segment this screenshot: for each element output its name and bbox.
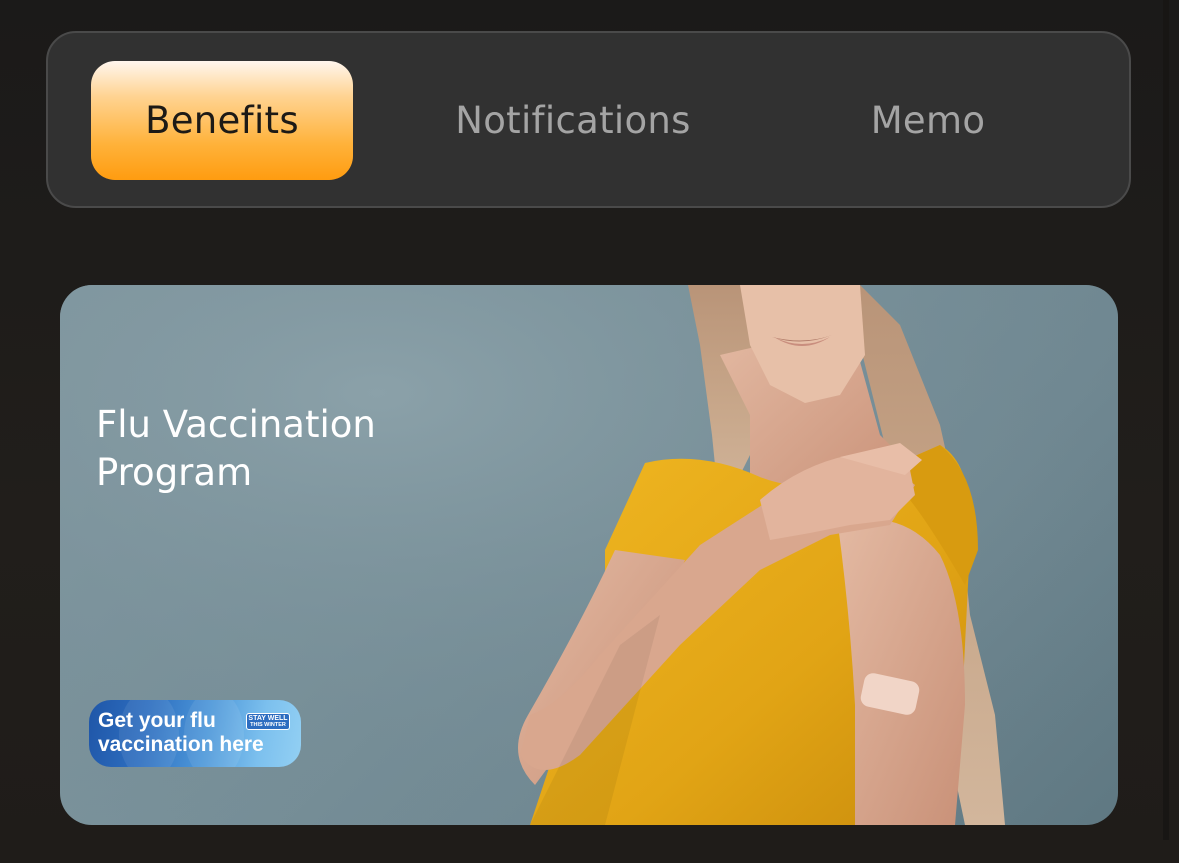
app-screen: Benefits Notifications Memo Flu Vaccinat… (0, 0, 1179, 863)
scrollbar[interactable] (1163, 0, 1169, 840)
badge-text-line-1: Get your flu (98, 709, 216, 732)
tab-benefits-label: Benefits (145, 99, 299, 142)
tab-notifications-label: Notifications (455, 99, 691, 142)
tab-notifications[interactable]: Notifications (403, 61, 743, 180)
tab-memo-label: Memo (870, 99, 986, 142)
badge-text: Get your flu vaccination here (98, 709, 264, 757)
segmented-tab-bar: Benefits Notifications Memo (46, 31, 1131, 208)
tab-memo[interactable]: Memo (793, 61, 1063, 180)
promo-title-line-2: Program (96, 451, 253, 494)
flu-vaccination-promo-card[interactable]: Flu Vaccination Program Get your flu vac… (60, 285, 1118, 825)
stay-well-logo-line-1: STAY WELL (248, 715, 288, 722)
stay-well-logo-line-2: THIS WINTER (250, 722, 286, 728)
tab-benefits[interactable]: Benefits (91, 61, 353, 180)
stay-well-logo: STAY WELL THIS WINTER (246, 713, 290, 730)
badge-text-line-2: vaccination here (98, 733, 264, 756)
promo-title: Flu Vaccination Program (96, 401, 476, 497)
promo-title-line-1: Flu Vaccination (96, 403, 376, 446)
flu-vaccination-badge: Get your flu vaccination here STAY WELL … (89, 700, 301, 767)
